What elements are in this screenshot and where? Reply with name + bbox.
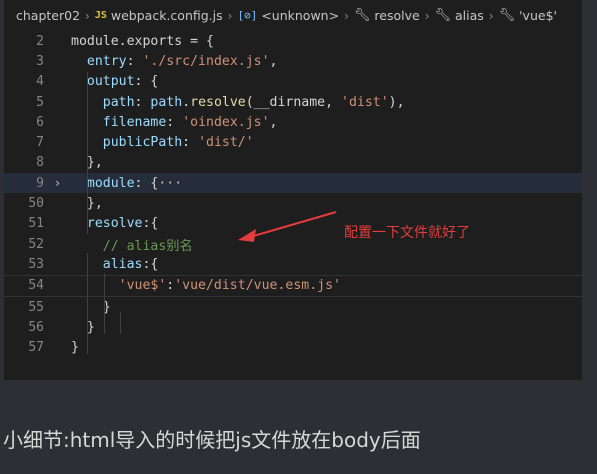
page: chapter02 › JS webpack.config.js › [⊘] <…: [0, 0, 597, 474]
annotation-text: 配置一下文件就好了: [344, 225, 470, 241]
code-editor[interactable]: chapter02 › JS webpack.config.js › [⊘] <…: [4, 0, 582, 380]
red-arrow-annotation: [238, 211, 337, 242]
caption-text: 小细节:html导入的时候把js文件放在body后面: [3, 428, 421, 452]
